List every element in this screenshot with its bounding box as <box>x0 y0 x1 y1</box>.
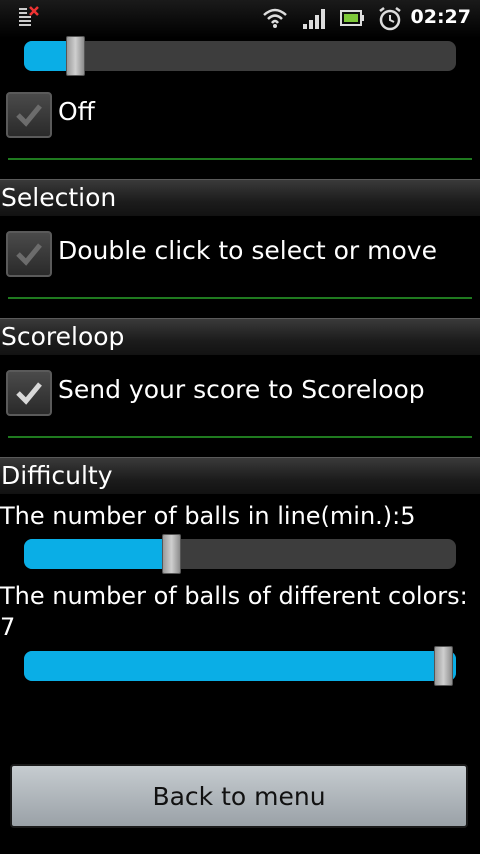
slider-fill <box>24 651 456 681</box>
status-bar: 02:27 <box>0 0 480 38</box>
clock: 02:27 <box>410 6 471 28</box>
divider <box>8 436 472 438</box>
sound-checkbox[interactable] <box>6 92 52 138</box>
divider <box>8 297 472 299</box>
section-title: Difficulty <box>1 461 113 490</box>
scoreloop-checkbox-row[interactable]: Send your score to Scoreloop <box>0 363 480 423</box>
top-slider[interactable] <box>24 36 456 76</box>
battery-icon <box>340 10 364 26</box>
back-to-menu-button[interactable]: Back to menu <box>10 764 468 828</box>
slider-thumb[interactable] <box>434 646 453 686</box>
scoreloop-checkbox[interactable] <box>6 370 52 416</box>
section-header-scoreloop: Scoreloop <box>0 318 480 355</box>
balls-in-line-slider[interactable] <box>24 534 456 574</box>
notification-icon <box>19 6 39 26</box>
section-title: Selection <box>1 183 117 212</box>
selection-checkbox-row[interactable]: Double click to select or move <box>0 224 480 284</box>
section-header-difficulty: Difficulty <box>0 457 480 494</box>
sound-checkbox-row[interactable]: Off <box>0 85 480 145</box>
divider <box>8 158 472 160</box>
section-title: Scoreloop <box>1 322 125 351</box>
section-header-selection: Selection <box>0 179 480 216</box>
slider-fill <box>24 539 180 569</box>
colors-slider[interactable] <box>24 646 456 686</box>
checkmark-icon <box>16 243 42 266</box>
checkmark-icon <box>16 104 42 127</box>
selection-checkbox[interactable] <box>6 231 52 277</box>
colors-label: The number of balls of different colors: <box>0 582 468 610</box>
alarm-icon <box>379 7 401 31</box>
sound-checkbox-label: Off <box>58 97 95 126</box>
scoreloop-checkbox-label: Send your score to Scoreloop <box>58 375 425 404</box>
signal-icon <box>303 9 325 29</box>
colors-value: 7 <box>0 613 16 641</box>
balls-in-line-label: The number of balls in line(min.):5 <box>0 502 416 530</box>
selection-checkbox-label: Double click to select or move <box>58 236 437 265</box>
wifi-icon <box>263 8 287 28</box>
slider-thumb[interactable] <box>162 534 181 574</box>
slider-thumb[interactable] <box>66 36 85 76</box>
checkmark-icon <box>16 382 42 405</box>
